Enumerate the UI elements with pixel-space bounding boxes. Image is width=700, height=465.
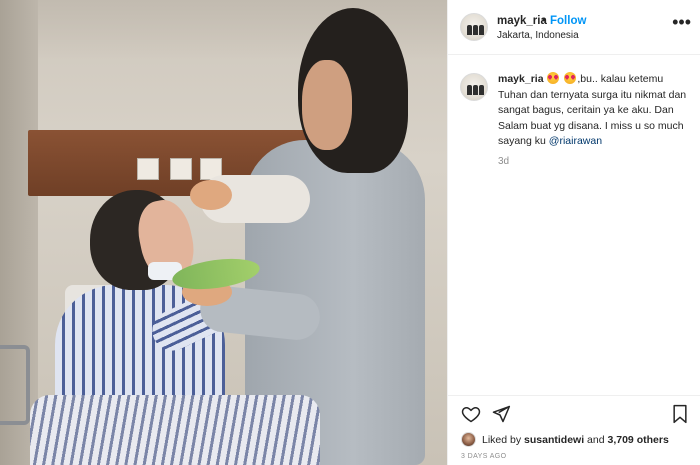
separator-dot: •	[542, 15, 547, 27]
heart-eyes-emoji-icon	[547, 72, 560, 84]
post-actions: Liked by susantidewi and 3,709 others 3 …	[448, 395, 700, 465]
photo-wall-panel	[170, 158, 192, 180]
username-link[interactable]: mayk_ria	[497, 15, 547, 27]
follow-button[interactable]: Follow	[550, 15, 586, 27]
caption-text: mayk_ria ,bu.. kalau ketemu Tuhan dan te…	[498, 72, 694, 150]
likes-count[interactable]: 3,709 others	[608, 434, 669, 446]
post-header: mayk_ria • Follow Jakarta, Indonesia •••	[448, 0, 700, 55]
liker-avatar[interactable]	[461, 432, 476, 447]
avatar[interactable]	[460, 13, 488, 41]
caption-area: mayk_ria ,bu.. kalau ketemu Tuhan dan te…	[448, 55, 700, 395]
photo-man-hand	[190, 180, 232, 210]
heart-icon[interactable]	[461, 404, 481, 424]
photo-wall-panel	[137, 158, 159, 180]
caption-avatar[interactable]	[460, 73, 488, 101]
post-photo[interactable]	[0, 0, 447, 465]
more-options-icon[interactable]: •••	[672, 13, 691, 31]
caption-username[interactable]: mayk_ria	[498, 73, 544, 85]
photo-bedrail	[0, 345, 30, 425]
photo-blanket	[30, 395, 320, 465]
mention-link[interactable]: @riairawan	[549, 135, 602, 147]
send-icon[interactable]	[491, 404, 511, 424]
bookmark-icon[interactable]	[671, 404, 689, 424]
likes-text: Liked by susantidewi and 3,709 others	[482, 434, 669, 446]
location-link[interactable]: Jakarta, Indonesia	[497, 30, 579, 41]
caption-timestamp[interactable]: 3d	[498, 156, 509, 167]
post-date: 3 DAYS AGO	[461, 453, 507, 460]
likes-conjunction: and	[584, 434, 608, 446]
post-side-panel: mayk_ria • Follow Jakarta, Indonesia •••…	[447, 0, 700, 465]
heart-eyes-emoji-icon	[564, 72, 577, 84]
likes-prefix: Liked by	[482, 434, 525, 446]
liker-username[interactable]: susantidewi	[524, 434, 584, 446]
photo-man-face	[302, 60, 352, 150]
